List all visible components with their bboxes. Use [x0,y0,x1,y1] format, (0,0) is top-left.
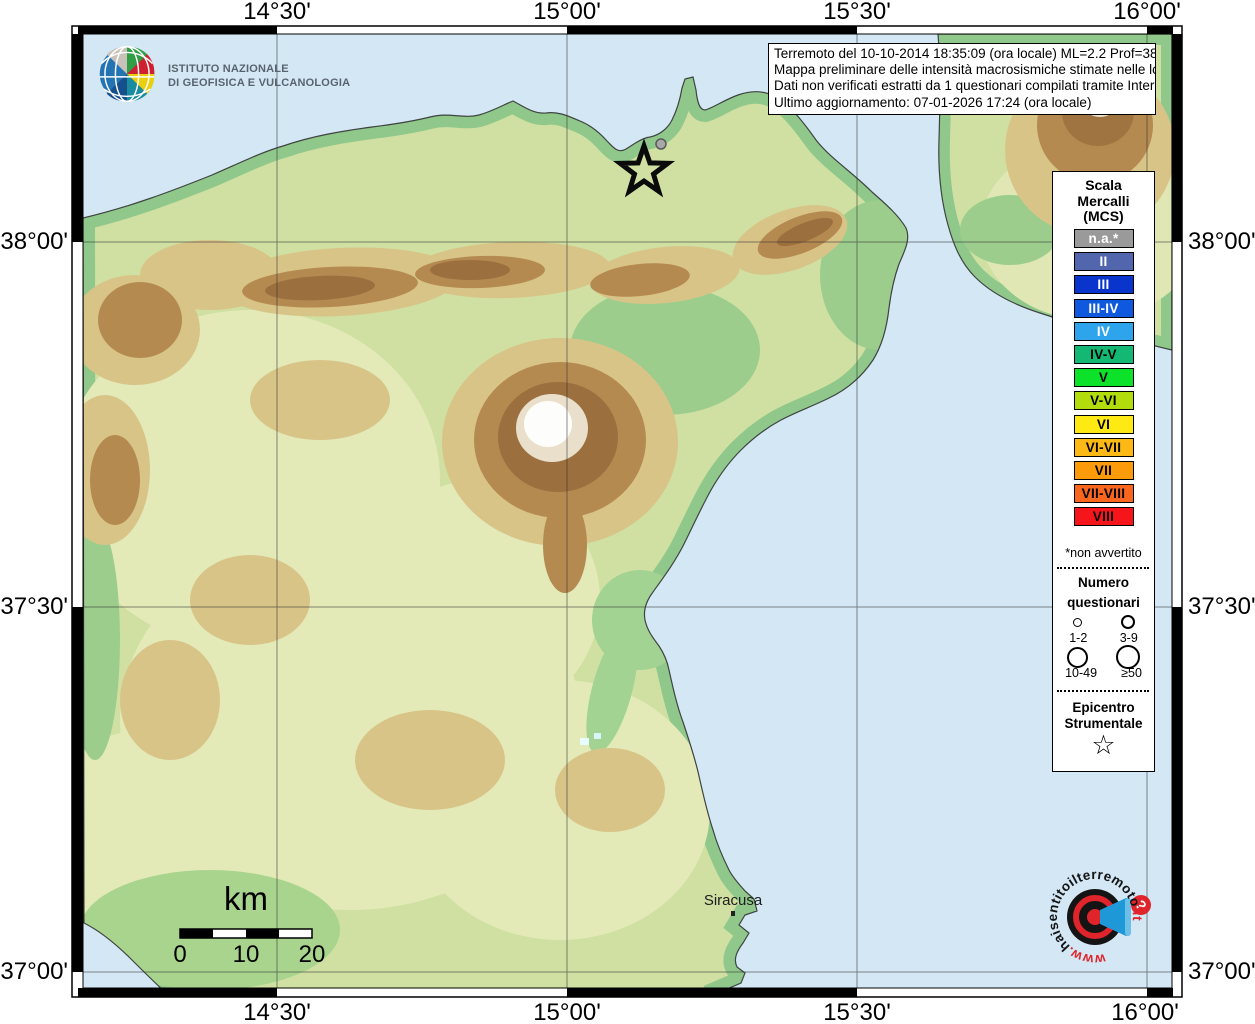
questionnaires-title-line: Numero [1053,573,1154,593]
info-line-event: Terremoto del 10-10-2014 18:35:09 (ora l… [774,46,1150,62]
lon-label-bottom: 15°30' [823,999,891,1024]
mcs-swatch: IV-V [1074,345,1134,364]
mcs-swatch: VIII [1074,507,1134,526]
lon-label-bottom: 16°00' [1111,999,1179,1024]
size-label: 1-2 [1069,631,1087,645]
size-circle-10-49 [1067,647,1088,668]
lat-label-left: 38°00' [0,228,68,256]
scalebar-unit: km [224,880,268,918]
epicenter-star-icon: ☆ [1053,732,1154,760]
size-label: ≥50 [1121,666,1142,680]
legend-title-line: (MCS) [1053,209,1154,225]
mcs-swatch: III-IV [1074,299,1134,318]
observation-point [656,139,666,149]
lat-label-left: 37°00' [0,958,68,986]
size-label: 3-9 [1120,631,1138,645]
lon-label-top: 14°30' [243,0,311,26]
scalebar-tick: 20 [299,941,326,969]
legend-title-line: Scala [1053,178,1154,194]
questionnaires-title-line: questionari [1053,593,1154,613]
ingv-globe-icon [98,45,156,103]
legend-panel: Scala Mercalli (MCS) n.a.* II III III-IV… [1052,171,1155,772]
size-circle-1-2 [1073,618,1082,627]
legend-title: Scala Mercalli (MCS) [1053,178,1154,225]
questionnaires-title: Numero questionari [1053,573,1154,613]
mcs-scale: n.a.* II III III-IV IV IV-V V V-VI VI VI… [1053,229,1154,530]
mcs-swatch: V-VI [1074,391,1134,410]
lat-label-right: 38°00' [1188,228,1255,256]
legend-title-line: Mercalli [1053,194,1154,210]
small-lake [594,733,601,739]
legend-footnote: *non avvertito [1053,546,1154,560]
scalebar-tick: 0 [173,941,186,969]
lon-label-top: 16°00' [1113,0,1181,26]
questionnaire-labels-big: 10-49 ≥50 [1053,666,1154,680]
mcs-swatch: III [1074,275,1134,294]
info-line-data-source: Dati non verificati estratti da 1 questi… [774,78,1150,94]
lon-label-bottom: 14°30' [243,999,311,1024]
mcs-swatch: VII [1074,461,1134,480]
mcs-swatch: V [1074,368,1134,387]
mcs-swatch: VI [1074,415,1134,434]
small-lake [580,738,589,745]
earthquake-info-box: Terremoto del 10-10-2014 18:35:09 (ora l… [768,43,1156,115]
lat-label-left: 37°30' [0,593,68,621]
info-line-map-type: Mappa preliminare delle intensità macros… [774,62,1150,78]
size-label: 10-49 [1065,666,1097,680]
city-label-siracusa: Siracusa [704,892,762,909]
info-line-updated: Ultimo aggiornamento: 07-01-2026 17:24 (… [774,95,1150,111]
lon-label-top: 15°00' [533,0,601,26]
scalebar-tick: 10 [233,941,260,969]
mcs-swatch: II [1074,252,1134,271]
lat-label-right: 37°30' [1188,593,1255,621]
legend-divider [1057,567,1149,569]
mcs-swatch: VI-VII [1074,438,1134,457]
questionnaire-circles-small [1053,614,1154,630]
lat-label-right: 37°00' [1188,958,1255,986]
map-page: ? www.haisentitoilterremoto.it [0,0,1255,1024]
ingv-name-line1: ISTITUTO NAZIONALE [168,62,350,76]
questionnaire-labels-small: 1-2 3-9 [1053,631,1154,645]
mcs-swatch: n.a.* [1074,229,1134,248]
ingv-name-line2: DI GEOFISICA E VULCANOLOGIA [168,76,350,90]
ingv-logo: ISTITUTO NAZIONALE DI GEOFISICA E VULCAN… [98,45,350,103]
scale-bar [180,929,312,938]
mcs-swatch: VII-VIII [1074,484,1134,503]
mcs-swatch: IV [1074,322,1134,341]
lon-label-bottom: 15°00' [533,999,601,1024]
city-marker [731,911,735,916]
size-circle-3-9 [1121,615,1135,629]
epicenter-title-line: Epicentro [1053,700,1154,716]
lon-label-top: 15°30' [823,0,891,26]
legend-divider [1057,690,1149,692]
epicenter-title: Epicentro Strumentale [1053,700,1154,732]
